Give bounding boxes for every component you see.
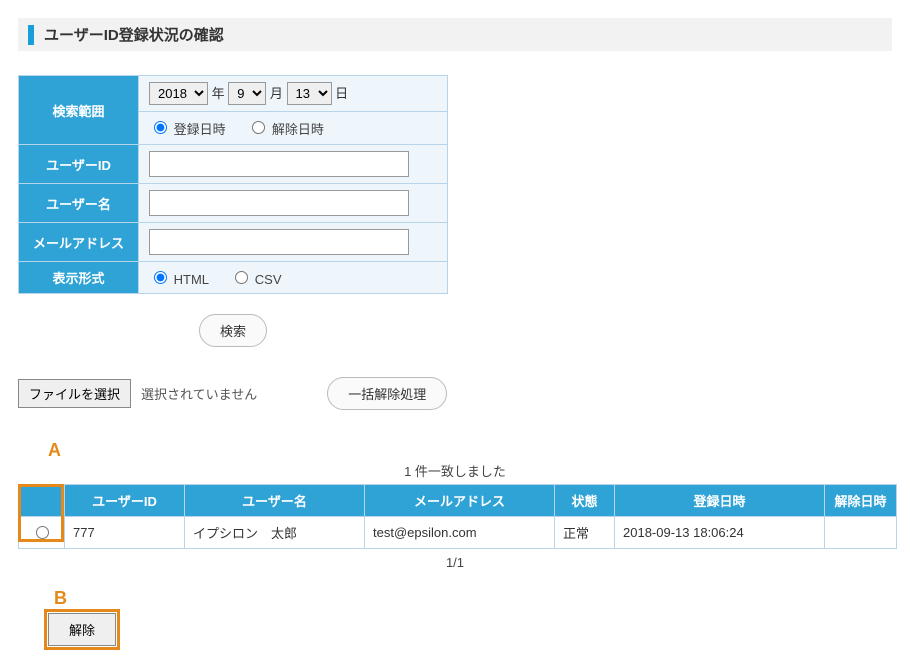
month-select[interactable]: 9: [228, 82, 266, 105]
cell-state: 正常: [555, 517, 615, 549]
user-id-input[interactable]: [149, 151, 409, 177]
format-label: 表示形式: [19, 262, 139, 294]
col-email: メールアドレス: [365, 485, 555, 517]
radio-csv-input[interactable]: [235, 271, 248, 284]
user-id-label: ユーザーID: [19, 145, 139, 184]
marker-b: B: [54, 588, 892, 609]
radio-html-input[interactable]: [154, 271, 167, 284]
col-select: [19, 485, 65, 517]
pager: 1/1: [18, 555, 892, 570]
file-status: 選択されていません: [141, 384, 257, 403]
col-state: 状態: [555, 485, 615, 517]
year-suffix: 年: [212, 86, 225, 101]
user-name-label: ユーザー名: [19, 184, 139, 223]
results-hit-count: 1 件一致しました: [18, 461, 892, 480]
day-select[interactable]: 13: [287, 82, 332, 105]
col-user-name: ユーザー名: [185, 485, 365, 517]
month-suffix: 月: [270, 86, 283, 101]
title-accent: [28, 25, 34, 45]
email-input[interactable]: [149, 229, 409, 255]
radio-rel-date-input[interactable]: [252, 121, 265, 134]
search-form: 検索範囲 2018 年 9 月 13 日 登録日時 解除日時 ユーザーID ユー…: [18, 75, 448, 294]
search-button[interactable]: 検索: [199, 314, 267, 347]
radio-reg-date[interactable]: 登録日時: [149, 122, 229, 137]
bulk-release-button[interactable]: 一括解除処理: [327, 377, 447, 410]
file-choose-button[interactable]: ファイルを選択: [18, 379, 131, 408]
release-button[interactable]: 解除: [48, 613, 116, 646]
radio-html[interactable]: HTML: [149, 272, 212, 287]
cell-user-id: 777: [65, 517, 185, 549]
col-reg-date: 登録日時: [615, 485, 825, 517]
page-title-bar: ユーザーID登録状況の確認: [18, 18, 892, 51]
day-suffix: 日: [335, 86, 348, 101]
page-title: ユーザーID登録状況の確認: [44, 24, 224, 45]
cell-user-name: イプシロン 太郎: [185, 517, 365, 549]
year-select[interactable]: 2018: [149, 82, 208, 105]
table-row: 777 イプシロン 太郎 test@epsilon.com 正常 2018-09…: [19, 517, 897, 549]
cell-rel-date: [825, 517, 897, 549]
results-header-row: ユーザーID ユーザー名 メールアドレス 状態 登録日時 解除日時: [19, 485, 897, 517]
radio-rel-date[interactable]: 解除日時: [247, 122, 324, 137]
email-label: メールアドレス: [19, 223, 139, 262]
search-range-date-cell: 2018 年 9 月 13 日: [139, 76, 448, 112]
file-row: ファイルを選択 選択されていません 一括解除処理: [18, 377, 892, 410]
col-user-id: ユーザーID: [65, 485, 185, 517]
format-cell: HTML CSV: [139, 262, 448, 294]
search-range-label: 検索範囲: [19, 76, 139, 145]
row-select-radio[interactable]: [36, 526, 49, 539]
marker-a: A: [48, 440, 892, 461]
user-name-input[interactable]: [149, 190, 409, 216]
cell-reg-date: 2018-09-13 18:06:24: [615, 517, 825, 549]
radio-reg-date-input[interactable]: [154, 121, 167, 134]
cell-email: test@epsilon.com: [365, 517, 555, 549]
col-rel-date: 解除日時: [825, 485, 897, 517]
radio-csv[interactable]: CSV: [230, 272, 281, 287]
search-range-type-cell: 登録日時 解除日時: [139, 112, 448, 145]
results-table: ユーザーID ユーザー名 メールアドレス 状態 登録日時 解除日時 777 イプ…: [18, 484, 897, 549]
